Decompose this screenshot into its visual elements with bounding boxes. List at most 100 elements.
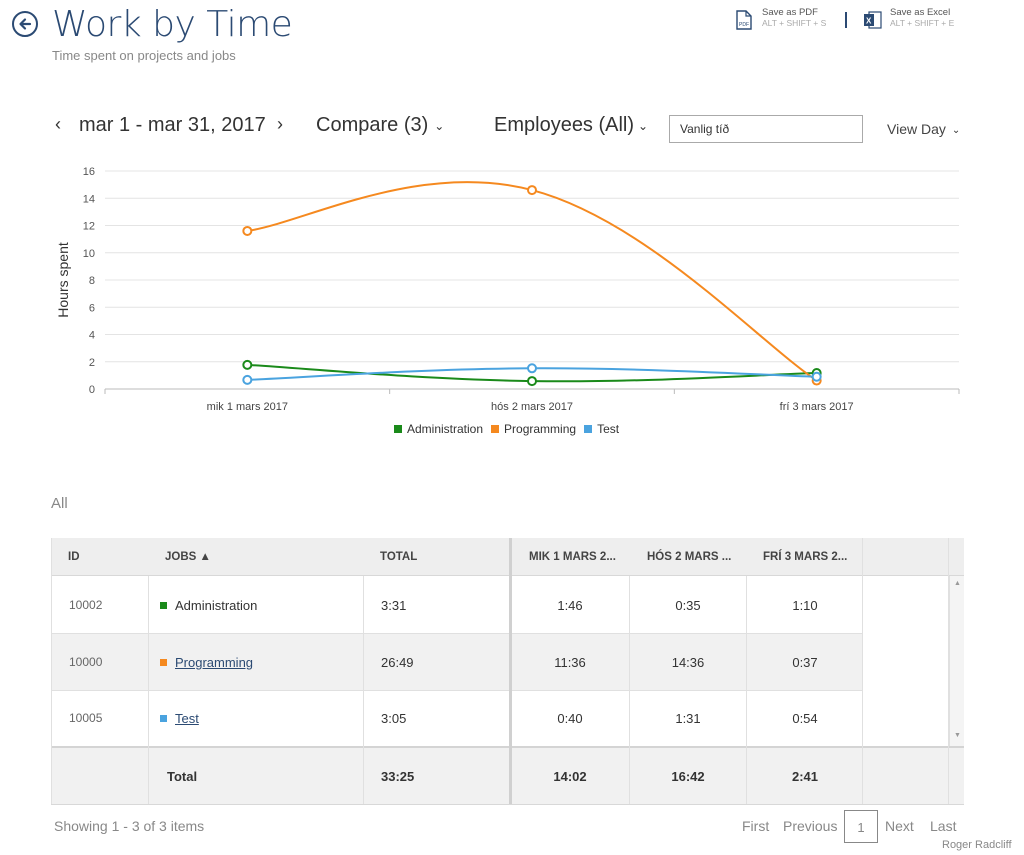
row-day-2: 1:31 — [675, 711, 701, 726]
legend-item-programming[interactable]: Programming — [491, 422, 576, 436]
row-total: 26:49 — [381, 655, 414, 670]
y-tick-label: 4 — [89, 330, 95, 342]
x-tick-label: mik 1 mars 2017 — [207, 401, 288, 413]
employees-label: Employees (All) — [494, 114, 635, 136]
legend-swatch — [584, 425, 593, 433]
data-point-test — [242, 374, 253, 385]
line-chart: 0 2 4 6 8 10 12 14 16 mik 1 mars 2017 hós 2 mars 2… — [55, 166, 960, 413]
row-total: 3:31 — [381, 598, 407, 613]
svg-text:PDF: PDF — [739, 22, 749, 28]
job-link-test[interactable]: Test — [175, 711, 199, 726]
row-id: 10000 — [69, 655, 103, 669]
y-tick-label: 16 — [83, 166, 95, 178]
view-label: View Day — [887, 121, 946, 137]
row-id: 10002 — [69, 598, 103, 612]
employees-dropdown[interactable]: Employees (All) ⌄ — [494, 114, 648, 137]
job-cell: Administration — [160, 598, 257, 613]
scroll-down-icon[interactable]: ▼ — [954, 732, 961, 739]
view-dropdown[interactable]: View Day ⌄ — [887, 121, 960, 137]
date-range[interactable]: mar 1 - mar 31, 2017 — [79, 114, 266, 137]
pdf-file-icon: PDF — [736, 10, 752, 30]
job-name: Administration — [175, 598, 258, 613]
pager-first[interactable]: First — [742, 818, 769, 834]
back-button[interactable] — [12, 11, 38, 37]
chart-legend: Administration Programming Test — [394, 422, 627, 436]
chevron-down-icon: ⌄ — [434, 118, 445, 133]
column-header-day-3[interactable]: FRÍ 3 MARS 2... — [763, 551, 847, 563]
footer-total: 33:25 — [381, 769, 415, 784]
job-color-square — [160, 715, 167, 722]
compare-label: Compare (3) — [316, 114, 429, 136]
arrow-left-icon — [19, 18, 32, 30]
wage-type-input[interactable] — [669, 115, 863, 143]
grid-line — [148, 576, 149, 805]
x-tick-label: hós 2 mars 2017 — [491, 401, 573, 413]
legend-item-administration[interactable]: Administration — [394, 422, 483, 436]
row-day-3: 1:10 — [792, 598, 818, 613]
data-point-administration — [527, 376, 537, 387]
grid-line — [509, 538, 512, 805]
grid-line — [51, 538, 52, 805]
job-color-square — [160, 602, 167, 609]
scroll-up-icon[interactable]: ▲ — [954, 580, 961, 587]
row-day-3: 0:54 — [792, 711, 818, 726]
data-point-test — [811, 371, 822, 382]
legend-label: Programming — [504, 422, 577, 436]
page-subtitle: Time spent on projects and jobs — [52, 48, 236, 63]
legend-item-test[interactable]: Test — [584, 422, 619, 436]
row-day-1: 11:36 — [554, 655, 586, 670]
pager-next[interactable]: Next — [885, 818, 914, 834]
row-total: 3:05 — [381, 711, 407, 726]
column-header-id[interactable]: ID — [68, 551, 80, 563]
pager-current-page[interactable]: 1 — [844, 810, 878, 843]
grid-line — [746, 576, 747, 805]
series-line-programming — [247, 181, 818, 382]
legend-label: Administration — [407, 422, 484, 436]
data-point-administration — [242, 359, 253, 370]
svg-text:X: X — [866, 17, 872, 26]
column-header-total[interactable]: TOTAL — [380, 551, 417, 563]
column-header-day-1[interactable]: MIK 1 MARS 2... — [529, 551, 616, 563]
prev-period-button[interactable]: ‹ — [55, 114, 61, 135]
y-tick-label: 14 — [83, 193, 95, 205]
x-tick-label: frí 3 mars 2017 — [780, 401, 854, 413]
pager-previous[interactable]: Previous — [783, 818, 837, 834]
user-name: Roger Radcliff — [942, 839, 1012, 851]
pdf-label: Save as PDF — [762, 7, 818, 18]
group-label: All — [51, 495, 68, 512]
row-day-1: 0:40 — [557, 711, 583, 726]
job-link-programming[interactable]: Programming — [175, 655, 253, 670]
excel-label: Save as Excel — [890, 7, 951, 18]
column-header-day-2[interactable]: HÓS 2 MARS ... — [647, 551, 731, 563]
row-day-1: 1:46 — [557, 598, 583, 613]
excel-file-icon: X — [864, 11, 882, 29]
pager-info: Showing 1 - 3 of 3 items — [54, 818, 205, 834]
y-tick-label: 0 — [89, 384, 95, 396]
grid-bottom-line — [51, 804, 964, 805]
column-header-jobs[interactable]: JOBS ▲ — [165, 551, 211, 563]
row-id: 10005 — [69, 711, 103, 725]
y-tick-label: 8 — [89, 275, 95, 287]
y-tick-label: 10 — [83, 248, 95, 260]
y-axis-label: Hours spent — [55, 242, 71, 318]
data-point-test — [527, 363, 537, 374]
row-day-2: 0:35 — [675, 598, 701, 613]
export-separator — [845, 12, 847, 28]
pager-last[interactable]: Last — [930, 818, 956, 834]
legend-swatch — [491, 425, 500, 433]
table-scrollbar[interactable]: ▲ ▼ — [949, 576, 964, 746]
chevron-down-icon: ⌄ — [951, 124, 961, 136]
footer-day-2: 16:42 — [671, 769, 705, 784]
y-tick-label: 12 — [83, 221, 95, 233]
footer-label: Total — [167, 769, 198, 784]
chevron-down-icon: ⌄ — [638, 118, 649, 133]
page-title: Work by Time — [52, 4, 293, 45]
legend-label: Test — [597, 422, 620, 436]
y-tick-label: 6 — [89, 302, 95, 314]
grid-line — [363, 576, 364, 805]
compare-dropdown[interactable]: Compare (3) ⌄ — [316, 114, 444, 137]
data-point-programming — [242, 225, 253, 236]
row-day-3: 0:37 — [792, 655, 818, 670]
next-period-button[interactable]: › — [277, 114, 283, 135]
job-cell: Programming — [160, 655, 253, 670]
